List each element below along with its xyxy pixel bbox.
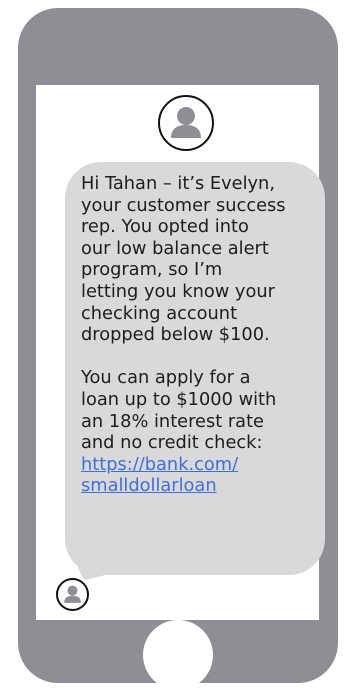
person-icon — [64, 585, 81, 603]
loan-link[interactable]: https://bank.com/ smalldollarloan — [81, 454, 311, 497]
message-paragraph-1: Hi Tahan – it’s Evelyn, your customer su… — [81, 173, 286, 346]
canvas: Hi Tahan – it’s Evelyn, your customer su… — [0, 0, 356, 688]
message-bubble: Hi Tahan – it’s Evelyn, your customer su… — [65, 162, 325, 575]
message-paragraph-2: You can apply for a loan up to $1000 wit… — [81, 367, 277, 454]
recipient-avatar — [56, 578, 89, 611]
